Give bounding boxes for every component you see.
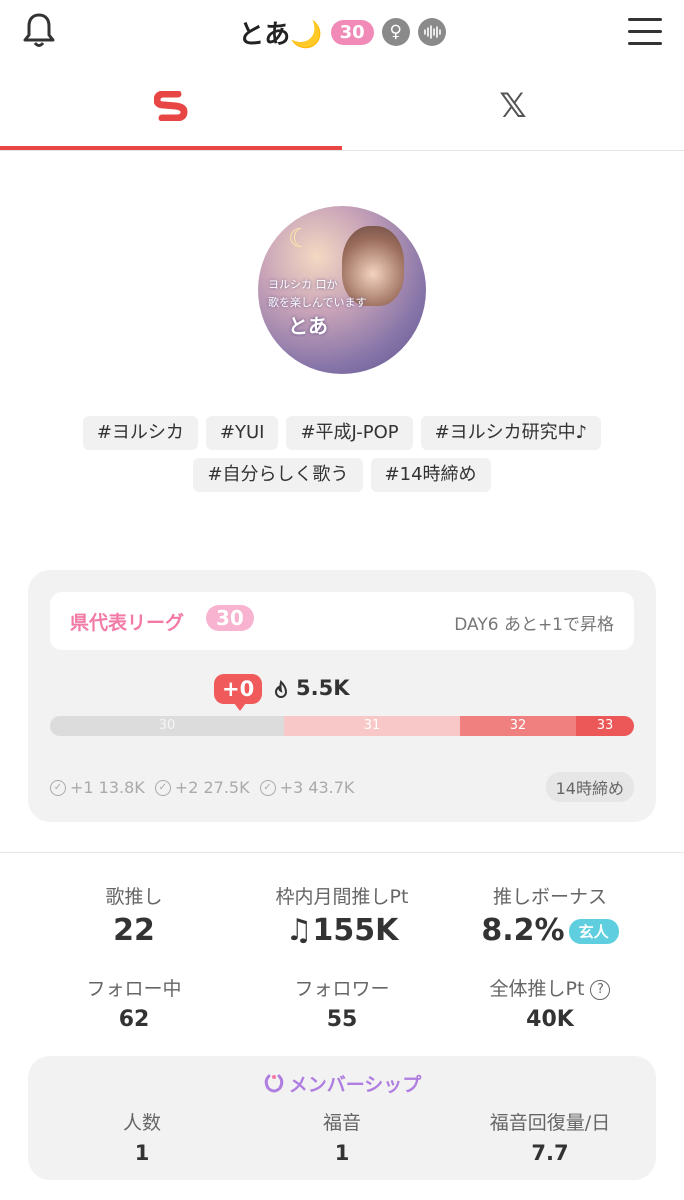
gender-female-icon: ♀ bbox=[381, 18, 410, 46]
profile-title-bar: とあ🌙 30 ♀ bbox=[0, 14, 684, 50]
league-header: 県代表リーグ 30 DAY6 あと+1で昇格 bbox=[50, 592, 634, 650]
tab-sing-app[interactable] bbox=[0, 64, 342, 150]
stat-monthly-pt[interactable]: 枠内月間推しPt ♫155K bbox=[228, 882, 456, 948]
stat-label-wrap: 全体推しPt ? bbox=[436, 974, 664, 1001]
membership-gospel: 福音 1 bbox=[228, 1108, 456, 1165]
stat-value: 40K bbox=[526, 1007, 574, 1032]
stat-label: フォロワー bbox=[294, 978, 390, 1000]
league-level-badge: 30 bbox=[206, 605, 254, 631]
rank-badge: 玄人 bbox=[568, 919, 619, 944]
stat-label: 福音 bbox=[322, 1112, 361, 1134]
tab-x[interactable]: 𝕏 bbox=[342, 64, 684, 148]
stat-label: 全体推しPt bbox=[489, 978, 585, 1000]
profile-name: とあ🌙 bbox=[238, 19, 323, 50]
level-segment: 31 bbox=[284, 716, 460, 736]
stat-value: 22 bbox=[113, 913, 155, 948]
tag-chip[interactable]: #ヨルシカ bbox=[82, 416, 198, 450]
milestone-text: +3 43.7K bbox=[279, 778, 355, 797]
stat-label: 人数 bbox=[122, 1112, 161, 1134]
league-progress-bar: 30 31 32 33 bbox=[50, 716, 634, 736]
stat-bonus[interactable]: 推しボーナス 8.2% 玄人 bbox=[436, 882, 664, 948]
section-divider bbox=[0, 852, 684, 853]
tag-row-2: #自分らしく歌う #14時締め bbox=[0, 458, 684, 492]
tag-chip[interactable]: #YUI bbox=[205, 416, 279, 450]
help-icon[interactable]: ? bbox=[590, 979, 611, 1000]
tag-chip[interactable]: #自分らしく歌う bbox=[193, 458, 363, 492]
stat-value-wrap: 8.2% 玄人 bbox=[436, 913, 664, 948]
active-tab-indicator bbox=[0, 146, 342, 150]
stat-value: 62 bbox=[118, 1007, 150, 1032]
stat-label: 推しボーナス bbox=[492, 886, 607, 908]
waveform-icon[interactable] bbox=[417, 18, 446, 46]
profile-avatar[interactable]: ☾ ヨルシカ 口か 歌を楽しんでいます とあ bbox=[258, 206, 426, 374]
milestone-list: ✓ +1 13.8K ✓ +2 27.5K ✓ +3 43.7K bbox=[50, 778, 354, 797]
stat-label: フォロー中 bbox=[86, 978, 182, 1000]
membership-card[interactable]: メンバーシップ 人数 1 福音 1 福音回復量/日 7.7 bbox=[28, 1056, 656, 1180]
tag-chip[interactable]: #14時締め bbox=[370, 458, 491, 492]
level-segment: 30 bbox=[50, 716, 284, 736]
stat-total-pt[interactable]: 全体推しPt ? 40K bbox=[436, 974, 664, 1032]
top-header: とあ🌙 30 ♀ bbox=[0, 0, 684, 64]
stat-label: 福音回復量/日 bbox=[489, 1112, 611, 1134]
flame-icon bbox=[272, 680, 290, 704]
milestone-item: ✓ +3 43.7K bbox=[259, 778, 355, 797]
tag-chip[interactable]: #平成J-POP bbox=[286, 416, 413, 450]
stat-value: 55 bbox=[326, 1007, 358, 1032]
milestone-text: +1 13.8K bbox=[70, 778, 145, 797]
stat-followers[interactable]: フォロワー 55 bbox=[228, 974, 456, 1032]
wreath-icon bbox=[263, 1073, 285, 1098]
stat-value: 8.2% bbox=[481, 913, 565, 948]
milestone-item: ✓ +2 27.5K bbox=[154, 778, 250, 797]
level-segment: 32 bbox=[460, 716, 576, 736]
membership-recovery: 福音回復量/日 7.7 bbox=[436, 1108, 664, 1165]
stat-following[interactable]: フォロー中 62 bbox=[20, 974, 248, 1032]
stat-label: 枠内月間推しPt bbox=[275, 886, 409, 908]
membership-title-text: メンバーシップ bbox=[288, 1074, 422, 1096]
check-circle-icon: ✓ bbox=[154, 779, 171, 796]
level-segment: 33 bbox=[576, 716, 634, 736]
membership-people: 人数 1 bbox=[28, 1108, 256, 1165]
stat-value: 7.7 bbox=[531, 1141, 569, 1165]
league-name: 県代表リーグ bbox=[70, 612, 185, 634]
stat-uta-oshi[interactable]: 歌推し 22 bbox=[20, 882, 248, 948]
avatar-caption-1: ヨルシカ 口か bbox=[268, 278, 338, 291]
league-score: 5.5K bbox=[296, 676, 350, 700]
tag-chip[interactable]: #ヨルシカ研究中♪ bbox=[420, 416, 602, 450]
avatar-caption-name: とあ bbox=[288, 314, 328, 338]
stat-value: 1 bbox=[134, 1141, 150, 1165]
moon-icon: ☾ bbox=[288, 224, 312, 254]
deadline-pill: 14時締め bbox=[545, 772, 634, 802]
delta-bubble: +0 bbox=[214, 674, 263, 711]
hamburger-menu-icon[interactable] bbox=[628, 18, 662, 46]
level-badge: 30 bbox=[330, 19, 374, 45]
league-card[interactable]: 県代表リーグ 30 DAY6 あと+1で昇格 +0 5.5K 30 31 32 … bbox=[28, 570, 656, 822]
tag-row-1: #ヨルシカ #YUI #平成J-POP #ヨルシカ研究中♪ bbox=[0, 416, 684, 450]
check-circle-icon: ✓ bbox=[50, 779, 66, 796]
membership-title: メンバーシップ bbox=[28, 1070, 656, 1098]
stat-value: ♫155K bbox=[285, 913, 399, 948]
stat-label: 歌推し bbox=[105, 886, 163, 908]
avatar-caption-2: 歌を楽しんでいます bbox=[268, 296, 367, 309]
milestone-text: +2 27.5K bbox=[174, 778, 250, 797]
profile-tabs: 𝕏 bbox=[0, 64, 684, 151]
milestone-item: ✓ +1 13.8K bbox=[50, 778, 145, 797]
logo-s-icon bbox=[154, 91, 188, 121]
stat-value: 1 bbox=[334, 1141, 350, 1165]
league-day-status: DAY6 あと+1で昇格 bbox=[454, 615, 614, 635]
x-logo-icon: 𝕏 bbox=[499, 86, 527, 126]
check-circle-icon: ✓ bbox=[259, 779, 276, 796]
